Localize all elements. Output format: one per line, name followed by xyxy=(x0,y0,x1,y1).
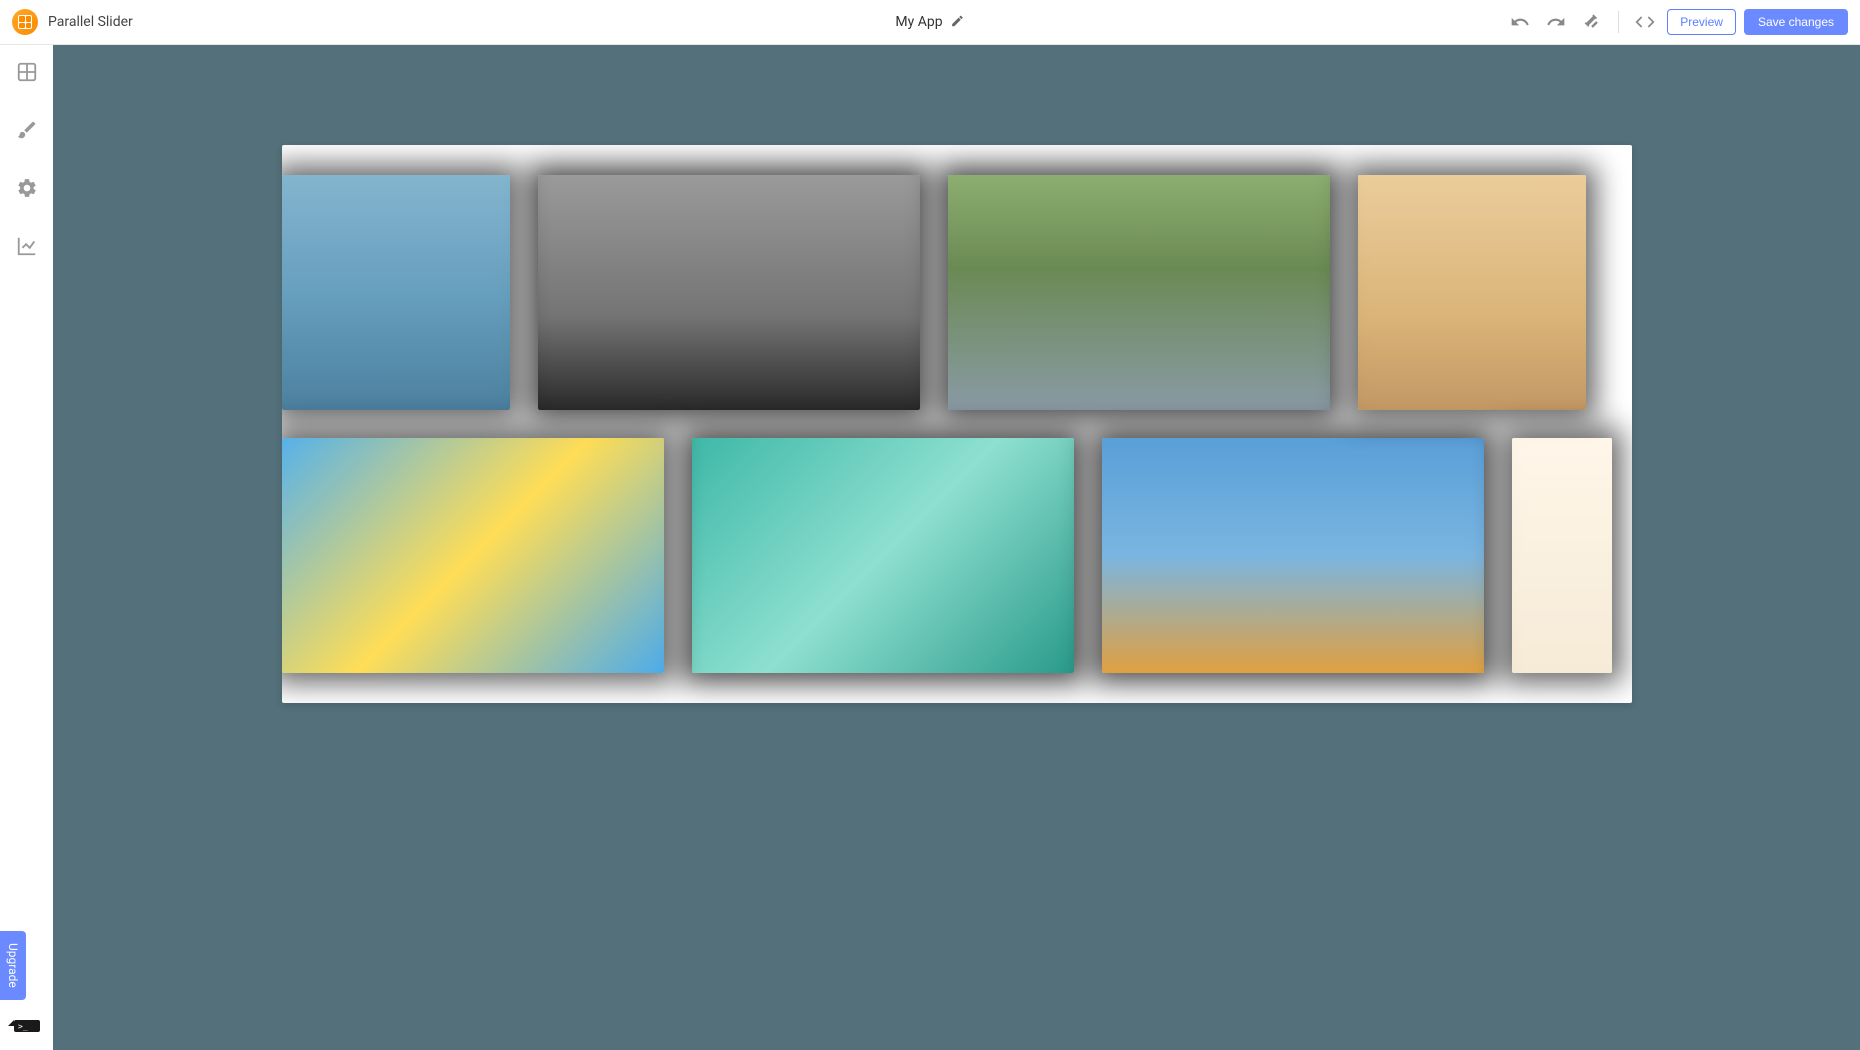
analytics-icon[interactable] xyxy=(12,231,42,265)
slide-carousel-sky[interactable] xyxy=(1102,438,1484,673)
undo-icon[interactable] xyxy=(1506,8,1534,36)
slide-friends-sunset[interactable] xyxy=(1358,175,1586,410)
gear-icon[interactable] xyxy=(12,173,42,207)
slide-swing-in-sky[interactable] xyxy=(282,175,510,410)
app-header: Parallel Slider My App Preview Save chan… xyxy=(0,0,1860,45)
header-right: Preview Save changes xyxy=(1506,8,1848,36)
layout-grid-icon[interactable] xyxy=(12,57,42,91)
slide-dog-disguise-glasses[interactable] xyxy=(538,175,920,410)
preview-button[interactable]: Preview xyxy=(1667,9,1736,35)
page-title: My App xyxy=(895,14,942,30)
left-sidebar xyxy=(0,45,53,1050)
brush-icon[interactable] xyxy=(12,115,42,149)
edit-title-icon[interactable] xyxy=(951,14,965,31)
upgrade-button[interactable]: Upgrade xyxy=(0,931,26,1000)
slide-friends-car-trunk[interactable] xyxy=(948,175,1330,410)
header-divider xyxy=(1618,11,1619,33)
app-label: Parallel Slider xyxy=(48,14,133,30)
slide-surfer-wave[interactable] xyxy=(692,438,1074,673)
slider-row-top xyxy=(306,175,1608,410)
svg-text:>_: >_ xyxy=(18,1022,28,1031)
save-changes-button[interactable]: Save changes xyxy=(1744,9,1848,35)
console-icon[interactable]: >_ xyxy=(6,1012,40,1036)
slide-beach-woman[interactable] xyxy=(1512,438,1612,673)
slider-row-bottom xyxy=(306,438,1608,673)
redo-icon[interactable] xyxy=(1542,8,1570,36)
hammer-icon[interactable] xyxy=(1578,8,1606,36)
code-icon[interactable] xyxy=(1631,8,1659,36)
parallel-slider-widget[interactable] xyxy=(282,145,1632,703)
app-logo-icon[interactable] xyxy=(12,9,38,35)
slide-color-festival[interactable] xyxy=(282,438,664,673)
header-left: Parallel Slider xyxy=(12,9,133,35)
page-title-wrap: My App xyxy=(895,14,964,31)
editor-canvas[interactable] xyxy=(53,45,1860,1050)
